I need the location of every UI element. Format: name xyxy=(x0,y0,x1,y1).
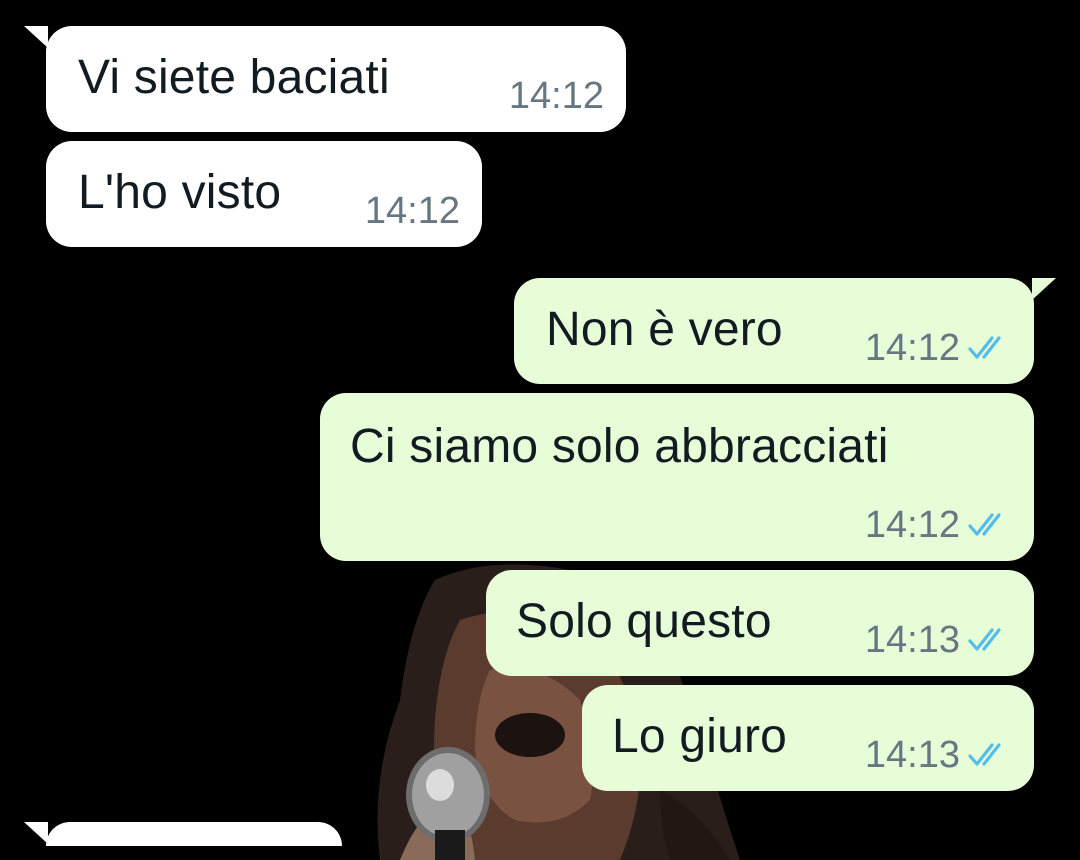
message-time: 14:12 xyxy=(864,504,960,546)
incoming-message-bubble[interactable]: Vi siete baciati 14:12 xyxy=(46,26,626,132)
bubble-tail xyxy=(1032,278,1056,300)
double-check-icon xyxy=(968,628,1001,651)
message-text: Solo questo xyxy=(516,595,772,648)
double-check-icon xyxy=(968,336,1001,359)
message-time: 14:12 xyxy=(508,75,604,117)
outgoing-message-bubble[interactable]: Lo giuro 14:13 xyxy=(582,685,1034,791)
double-check-icon xyxy=(968,513,1001,536)
message-text: Ci siamo solo abbracciati xyxy=(350,420,889,473)
incoming-message-bubble[interactable]: L'ho visto 14:12 xyxy=(46,141,482,247)
message-text: Vi siete baciati xyxy=(78,51,390,104)
bubble-tail xyxy=(24,822,48,844)
message-meta: 14:13 xyxy=(865,733,1010,777)
message-meta: 14:13 xyxy=(865,618,1010,662)
outgoing-message-bubble[interactable]: Solo questo 14:13 xyxy=(486,570,1034,676)
bubble-tail xyxy=(24,26,48,48)
message-meta: 14:12 xyxy=(865,503,1010,547)
incoming-message-bubble[interactable] xyxy=(46,822,342,846)
outgoing-message-bubble[interactable]: Non è vero 14:12 xyxy=(514,278,1034,384)
message-time: 14:13 xyxy=(864,619,960,661)
double-check-icon xyxy=(968,743,1001,766)
message-meta: 14:12 xyxy=(865,326,1010,370)
outgoing-message-bubble[interactable]: Ci siamo solo abbracciati 14:12 xyxy=(320,393,1034,561)
message-time: 14:12 xyxy=(364,190,460,232)
chat-window: Vi siete baciati 14:12 L'ho visto 14:12 … xyxy=(0,0,1080,860)
message-text: Non è vero xyxy=(546,303,783,356)
message-meta: 14:12 xyxy=(365,189,460,233)
message-time: 14:12 xyxy=(864,327,960,369)
message-text: L'ho visto xyxy=(78,166,282,219)
message-meta: 14:12 xyxy=(509,74,604,118)
message-time: 14:13 xyxy=(864,734,960,776)
message-text: Lo giuro xyxy=(612,710,788,763)
